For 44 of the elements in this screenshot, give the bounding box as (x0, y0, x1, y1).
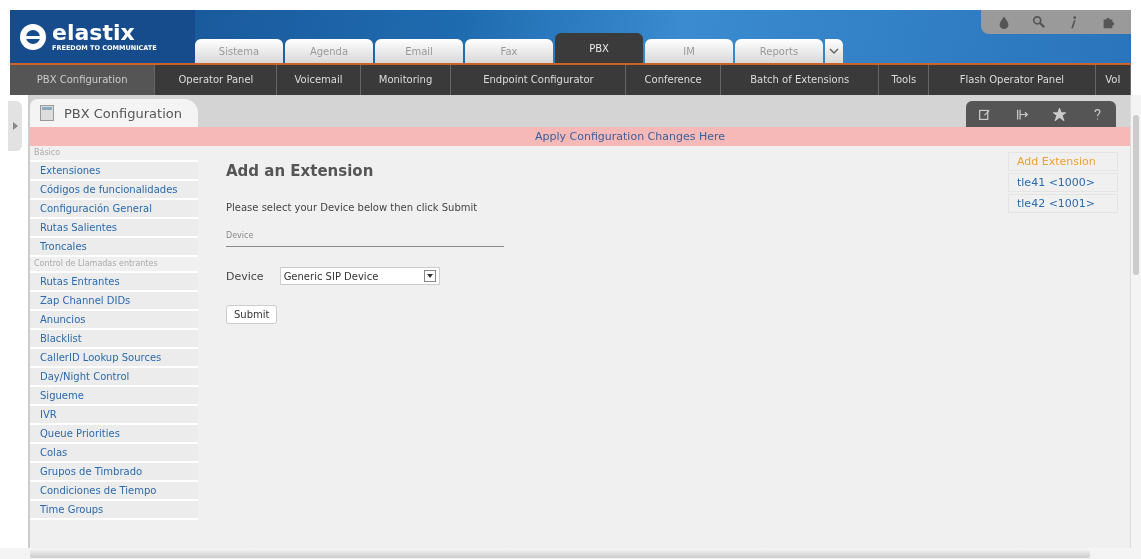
logo-icon (18, 21, 48, 52)
sidebar-item[interactable]: Sigueme (30, 387, 198, 406)
sidebar-item[interactable]: Blacklist (30, 330, 198, 349)
caret-icon (426, 274, 433, 278)
sidebar-item[interactable]: Anuncios (30, 311, 198, 330)
chevron-down-icon (829, 47, 839, 55)
sidebar-item[interactable]: Extensiones (30, 162, 198, 181)
sidebar-item[interactable]: Colas (30, 444, 198, 463)
menu-tab[interactable]: IM (645, 39, 733, 63)
device-select[interactable]: Generic SIP Device (279, 267, 440, 285)
page-tab-label: PBX Configuration (64, 105, 182, 121)
page-title: Add an Extension (226, 162, 375, 180)
page-tab[interactable]: PBX Configuration (30, 99, 198, 127)
sidebar-item[interactable]: CallerID Lookup Sources (30, 349, 198, 368)
sidebar-item[interactable]: Time Groups (30, 501, 198, 520)
extension-item[interactable]: tle42 <1001> (1008, 194, 1118, 213)
export-icon[interactable] (1015, 107, 1029, 121)
sidebar-item[interactable]: Rutas Entrantes (30, 273, 198, 292)
extension-item[interactable]: tle41 <1000> (1008, 173, 1118, 192)
sidebar-item[interactable]: Zap Channel DIDs (30, 292, 198, 311)
section-heading: Device (226, 231, 504, 247)
apply-changes-link[interactable]: Apply Configuration Changes Here (534, 130, 726, 143)
submit-button[interactable]: Submit (226, 305, 278, 324)
instructions: Please select your Device below then click Submit (226, 202, 479, 213)
sidebar-item[interactable]: Queue Priorities (30, 425, 198, 444)
more-tabs-button[interactable] (825, 39, 843, 63)
sidebar-item[interactable]: Configuración General (30, 200, 198, 219)
edit-icon[interactable] (978, 107, 992, 121)
star-icon[interactable] (1053, 107, 1067, 121)
sidebar-item[interactable]: Condiciones de Tiempo (30, 482, 198, 501)
submenu-item[interactable]: PBX Configuration (10, 65, 156, 95)
field-label: Device (226, 269, 264, 283)
sidebar-item[interactable]: Troncales (30, 238, 198, 257)
triangle-right-icon (12, 122, 18, 130)
search-icon[interactable] (1031, 15, 1046, 29)
page-icon (40, 105, 54, 121)
sidebar-item[interactable]: IVR (30, 406, 198, 425)
sidebar-item[interactable]: Rutas Salientes (30, 219, 198, 238)
sidebar-item[interactable]: Códigos de funcionalidades (30, 181, 198, 200)
sidebar-item[interactable]: Day/Night Control (30, 368, 198, 387)
menu-tab[interactable]: PBX (555, 33, 643, 63)
logo-text: elastix (52, 21, 136, 44)
sidebar-item[interactable]: Grupos de Timbrado (30, 463, 198, 482)
collapse-handle[interactable] (8, 101, 22, 151)
